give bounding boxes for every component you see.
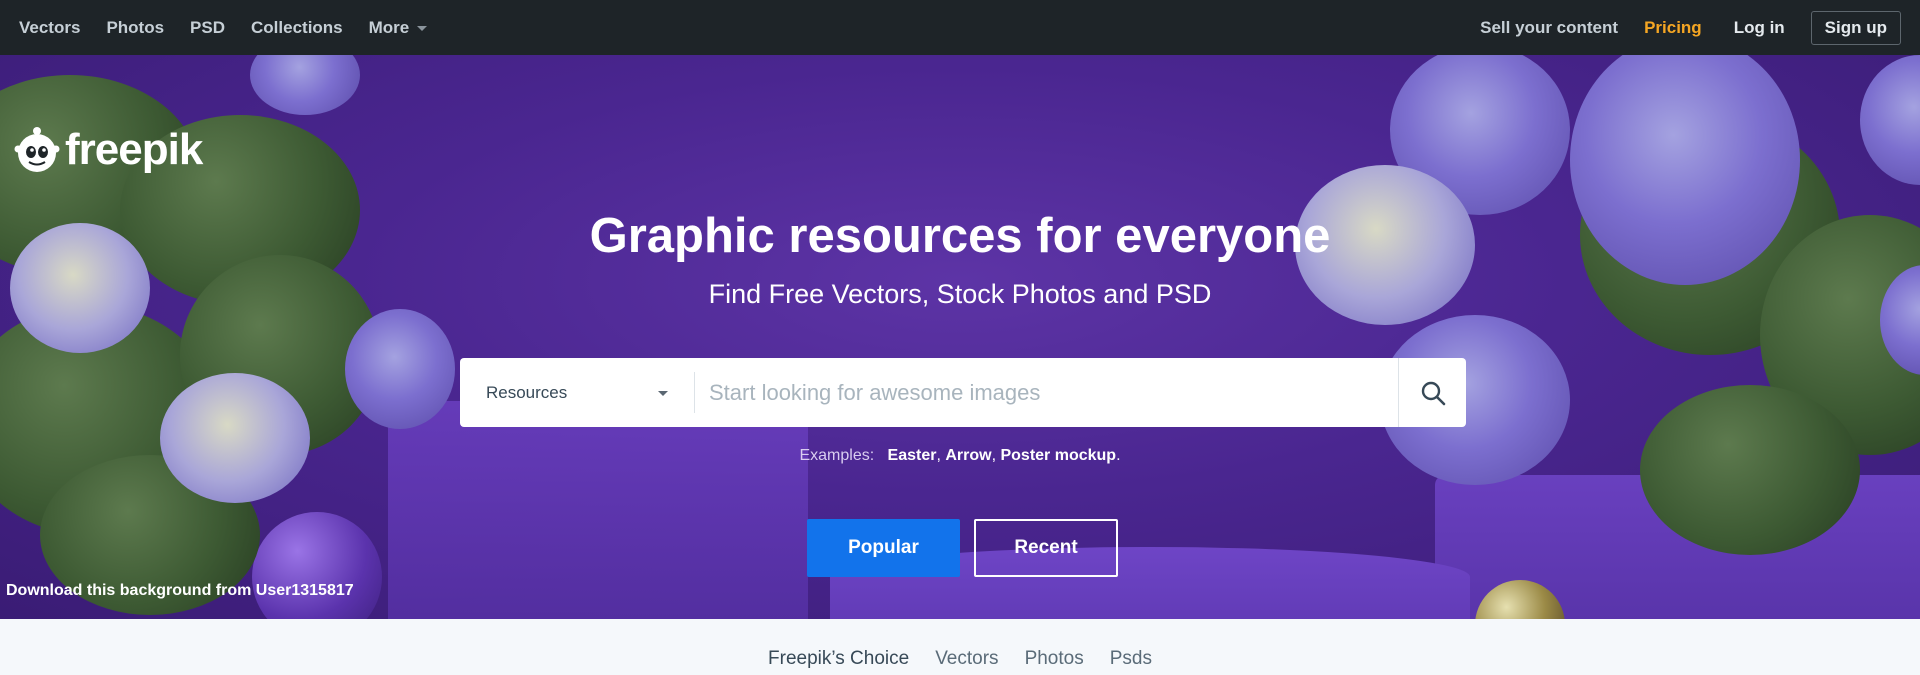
hero-title: Graphic resources for everyone	[589, 209, 1331, 263]
login-link[interactable]: Log in	[1734, 18, 1785, 38]
chevron-down-icon	[417, 26, 428, 31]
chevron-down-icon	[658, 391, 668, 396]
resource-type-select[interactable]: Resources	[460, 358, 694, 427]
nav-photos[interactable]: Photos	[106, 18, 164, 38]
popular-button[interactable]: Popular	[807, 519, 960, 577]
search-button[interactable]	[1398, 358, 1466, 427]
search-icon	[1421, 381, 1445, 405]
primary-nav: Vectors Photos PSD Collections More	[19, 18, 453, 38]
tab-vectors[interactable]: Vectors	[935, 648, 998, 670]
recent-button[interactable]: Recent	[974, 519, 1118, 577]
nav-more[interactable]: More	[369, 18, 428, 38]
search-examples: Examples: Easter, Arrow, Poster mockup.	[799, 447, 1121, 464]
example-link-easter[interactable]: Easter	[888, 447, 937, 464]
background-flower	[1860, 55, 1920, 185]
hero-subtitle: Find Free Vectors, Stock Photos and PSD	[708, 279, 1212, 309]
example-link-arrow[interactable]: Arrow	[945, 447, 991, 464]
freepik-logo-wordmark: freepik	[65, 125, 203, 174]
nav-vectors[interactable]: Vectors	[19, 18, 80, 38]
background-credit-link[interactable]: Download this background from User131581…	[6, 582, 354, 600]
search-input[interactable]	[695, 358, 1398, 427]
background-sphere	[252, 512, 382, 619]
examples-label: Examples:	[799, 447, 875, 464]
tab-psds[interactable]: Psds	[1110, 648, 1152, 670]
content-tabs: Freepik’s Choice Vectors Photos Psds	[0, 619, 1920, 675]
tab-photos[interactable]: Photos	[1025, 648, 1084, 670]
search-bar: Resources	[460, 358, 1466, 427]
account-nav: Sell your content Pricing Log in Sign up	[1454, 10, 1901, 45]
nav-more-label: More	[368, 17, 410, 37]
pricing-link[interactable]: Pricing	[1644, 18, 1702, 38]
background-flower	[250, 55, 360, 115]
tab-freepiks-choice[interactable]: Freepik’s Choice	[768, 648, 909, 670]
resource-type-value: Resources	[486, 382, 568, 402]
background-leaves	[1640, 385, 1860, 555]
nav-collections[interactable]: Collections	[251, 18, 343, 38]
hero-banner: freepik Graphic resources for everyone F…	[0, 55, 1920, 619]
example-link-poster-mockup[interactable]: Poster mockup	[1000, 447, 1116, 464]
nav-psd[interactable]: PSD	[190, 18, 225, 38]
background-flower	[345, 309, 455, 429]
background-pedestal	[388, 401, 808, 619]
freepik-logo[interactable]: freepik	[12, 125, 203, 175]
sell-content-link[interactable]: Sell your content	[1480, 18, 1618, 38]
freepik-logo-icon	[14, 127, 60, 172]
signup-button[interactable]: Sign up	[1810, 10, 1901, 45]
background-flower	[160, 373, 310, 503]
top-navigation: Vectors Photos PSD Collections More Sell…	[0, 0, 1920, 55]
